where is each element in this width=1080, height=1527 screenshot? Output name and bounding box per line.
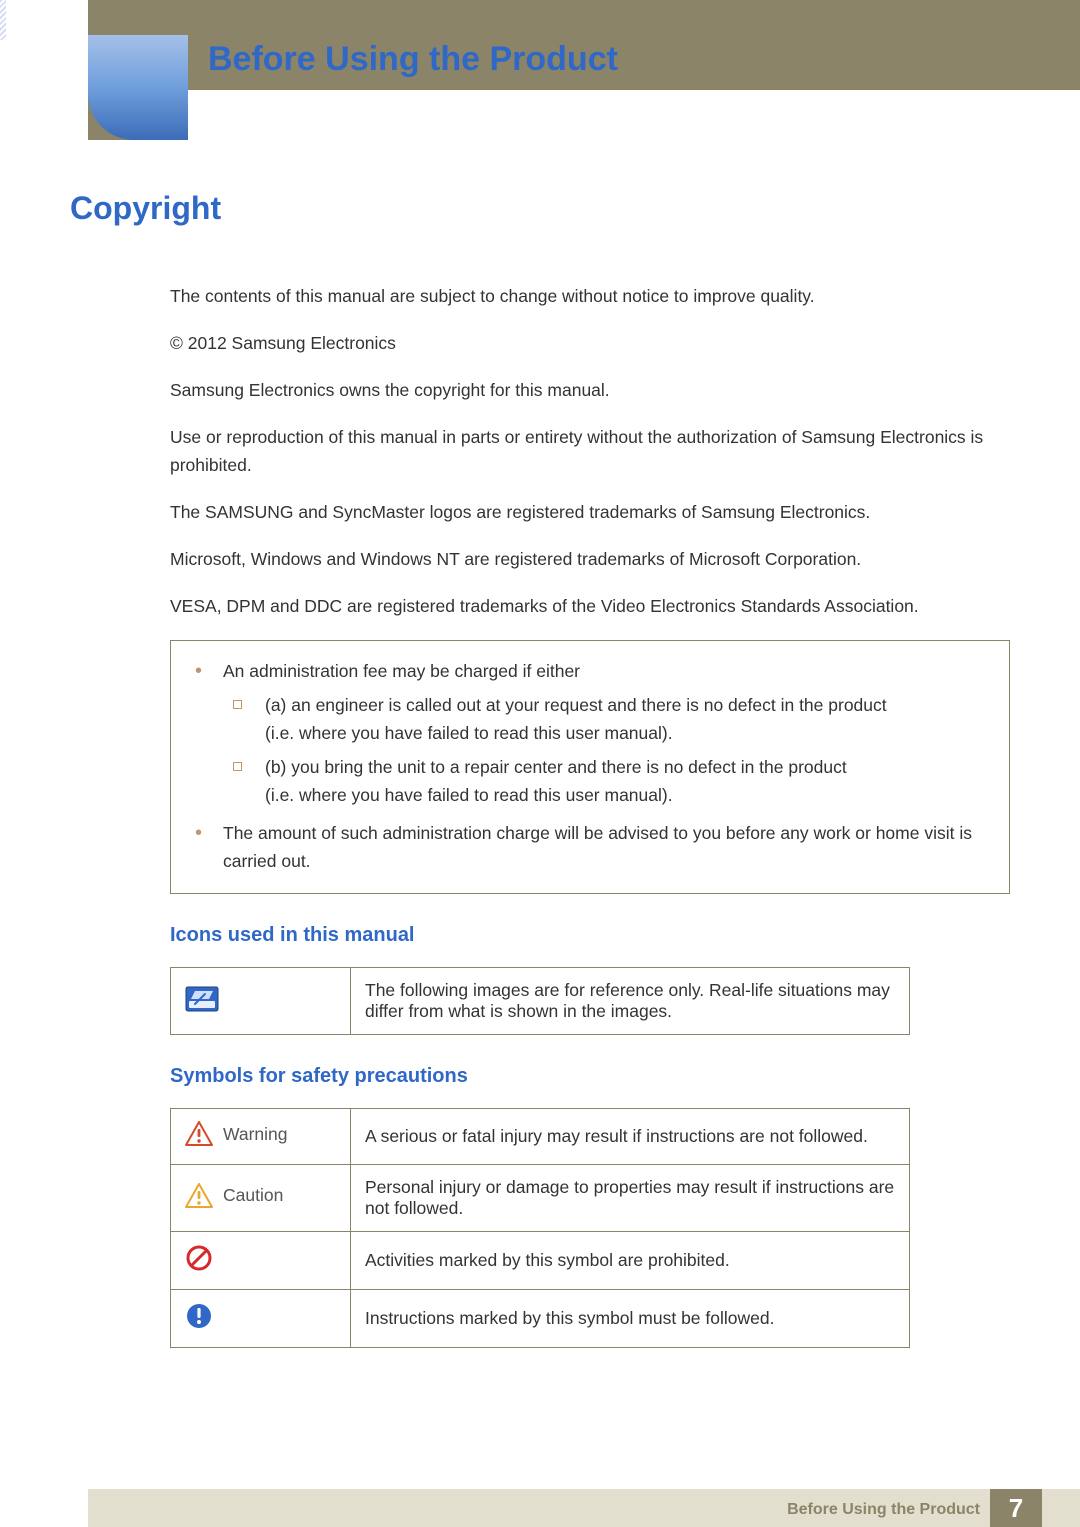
icon-cell	[171, 968, 351, 1035]
caution-desc: Personal injury or damage to properties …	[351, 1165, 910, 1232]
subheading-symbols: Symbols for safety precautions	[170, 1065, 1010, 1088]
table-row: Activities marked by this symbol are pro…	[171, 1232, 910, 1290]
para: Use or reproduction of this manual in pa…	[170, 424, 1010, 478]
page: Before Using the Product Copyright The c…	[0, 0, 1080, 1527]
para: © 2012 Samsung Electronics	[170, 330, 1010, 357]
prohibit-desc: Activities marked by this symbol are pro…	[351, 1232, 910, 1290]
list-item: (b) you bring the unit to a repair cente…	[189, 753, 991, 781]
must-follow-desc: Instructions marked by this symbol must …	[351, 1290, 910, 1348]
warning-icon	[185, 1121, 213, 1147]
icon-cell	[171, 1290, 351, 1348]
must-follow-icon	[185, 1302, 213, 1330]
list-item: The amount of such administration charge…	[189, 819, 991, 875]
para: Samsung Electronics owns the copyright f…	[170, 377, 1010, 404]
content-area: Copyright The contents of this manual ar…	[70, 190, 1010, 1348]
icons-table: The following images are for reference o…	[170, 967, 910, 1035]
prohibit-icon	[185, 1244, 213, 1272]
list-item: (a) an engineer is called out at your re…	[189, 691, 991, 719]
table-row: Warning A serious or fatal injury may re…	[171, 1109, 910, 1165]
table-row: Caution Personal injury or damage to pro…	[171, 1165, 910, 1232]
symbols-table: Warning A serious or fatal injury may re…	[170, 1108, 910, 1348]
table-row: Instructions marked by this symbol must …	[171, 1290, 910, 1348]
para: VESA, DPM and DDC are registered tradema…	[170, 593, 1010, 620]
warning-label: Warning	[223, 1124, 288, 1145]
list-item-cont: (i.e. where you have failed to read this…	[189, 719, 991, 747]
list-item: An administration fee may be charged if …	[189, 657, 991, 685]
caution-icon	[185, 1183, 213, 1209]
warning-desc: A serious or fatal injury may result if …	[351, 1109, 910, 1165]
edge-stripe	[0, 0, 6, 40]
caution-label: Caution	[223, 1185, 283, 1206]
chapter-title: Before Using the Product	[208, 40, 618, 79]
section-title: Copyright	[70, 190, 1010, 227]
footer-label: Before Using the Product	[787, 1501, 980, 1519]
para: The SAMSUNG and SyncMaster logos are reg…	[170, 499, 1010, 526]
icon-desc: The following images are for reference o…	[351, 968, 910, 1035]
icon-cell: Warning	[171, 1109, 351, 1165]
para: The contents of this manual are subject …	[170, 283, 1010, 310]
subheading-icons: Icons used in this manual	[170, 924, 1010, 947]
note-icon	[185, 986, 219, 1012]
admin-fee-box: An administration fee may be charged if …	[170, 640, 1010, 894]
table-row: The following images are for reference o…	[171, 968, 910, 1035]
list-item-cont: (i.e. where you have failed to read this…	[189, 781, 991, 809]
page-number: 7	[990, 1489, 1042, 1527]
icon-cell: Caution	[171, 1165, 351, 1232]
header-tab-bg-blue	[88, 35, 188, 140]
para: Microsoft, Windows and Windows NT are re…	[170, 546, 1010, 573]
icon-cell	[171, 1232, 351, 1290]
